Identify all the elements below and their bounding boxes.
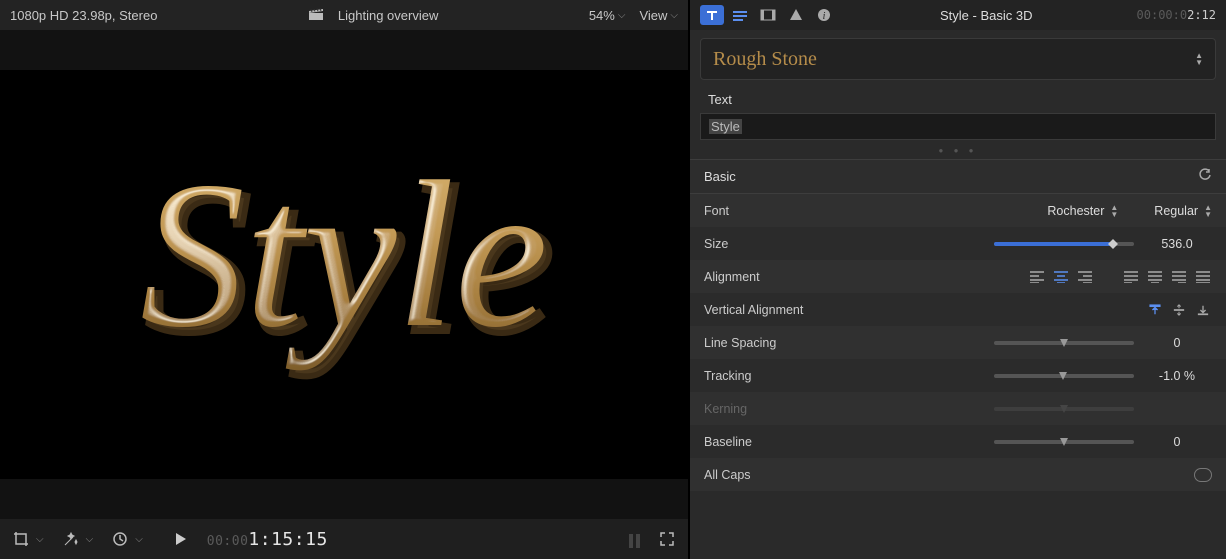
all-caps-label: All Caps	[704, 468, 844, 482]
valign-middle-icon[interactable]	[1170, 303, 1188, 317]
preset-dropdown[interactable]: Rough Stone ▲▼	[700, 38, 1216, 80]
chevron-down-icon: ⌵	[618, 10, 626, 21]
chevron-down-icon: ⌵	[86, 534, 94, 545]
tab-generator[interactable]	[784, 5, 808, 25]
format-label: 1080p HD 23.98p, Stereo	[10, 8, 157, 23]
basic-section-header: Basic	[690, 159, 1226, 194]
preset-name: Rough Stone	[713, 48, 1195, 71]
tab-info[interactable]: i	[812, 5, 836, 25]
inspector-tabbar: i Style - Basic 3D 00:00:02:12	[690, 0, 1226, 30]
font-weight-dropdown[interactable]: Regular ▲▼	[1154, 204, 1212, 218]
size-value[interactable]: 536.0	[1142, 237, 1212, 251]
prop-baseline: Baseline 0	[690, 425, 1226, 458]
valign-top-icon[interactable]	[1146, 303, 1164, 317]
font-label: Font	[704, 204, 844, 218]
clip-name: Lighting overview	[338, 8, 438, 23]
basic-properties: Font Rochester ▲▼ Regular ▲▼ Size	[690, 194, 1226, 491]
tracking-value[interactable]: -1.0 %	[1142, 369, 1212, 383]
prop-kerning: Kerning	[690, 392, 1226, 425]
tracking-label: Tracking	[704, 369, 844, 383]
inspector-panel: i Style - Basic 3D 00:00:02:12 Rough Sto…	[690, 0, 1226, 559]
zoom-dropdown[interactable]: 54% ⌵	[589, 8, 626, 23]
prop-alignment: Alignment	[690, 260, 1226, 293]
text-value: Style	[709, 119, 742, 134]
line-spacing-value[interactable]: 0	[1142, 336, 1212, 350]
text-section-label: Text	[690, 88, 1226, 113]
valign-label: Vertical Alignment	[704, 303, 844, 317]
fullscreen-icon[interactable]	[658, 530, 676, 548]
prop-size: Size 536.0	[690, 227, 1226, 260]
viewer-panel: 1080p HD 23.98p, Stereo Lighting overvie…	[0, 0, 690, 559]
viewer-timecode: 00:001:15:15	[207, 529, 328, 550]
viewer-topbar: 1080p HD 23.98p, Stereo Lighting overvie…	[0, 0, 688, 30]
font-family-dropdown[interactable]: Rochester ▲▼	[1047, 204, 1118, 218]
viewer-bottombar: ⌵ ⌵ ⌵ 00:001:15:15	[0, 519, 688, 559]
crop-tool-icon[interactable]	[12, 530, 30, 548]
line-spacing-label: Line Spacing	[704, 336, 844, 350]
clapper-icon	[308, 7, 324, 24]
line-spacing-slider[interactable]	[994, 341, 1134, 345]
inspector-title: Style - Basic 3D	[840, 8, 1133, 23]
prop-vertical-alignment: Vertical Alignment	[690, 293, 1226, 326]
resize-handle-icon[interactable]: ● ● ●	[690, 146, 1226, 159]
timecode-main: 1:15:15	[248, 529, 327, 550]
tab-video[interactable]	[756, 5, 780, 25]
tab-title[interactable]	[728, 5, 752, 25]
all-caps-checkbox[interactable]	[1194, 468, 1212, 482]
play-button[interactable]	[171, 530, 189, 548]
svg-text:i: i	[823, 11, 826, 22]
align-justify-right-icon[interactable]	[1170, 270, 1188, 284]
kerning-label: Kerning	[704, 402, 844, 416]
prop-font: Font Rochester ▲▼ Regular ▲▼	[690, 194, 1226, 227]
tracking-slider[interactable]	[994, 374, 1134, 378]
size-slider[interactable]	[994, 242, 1134, 246]
chevron-down-icon: ⌵	[135, 534, 143, 545]
audio-meter	[629, 530, 640, 548]
retime-tool-icon[interactable]	[111, 530, 129, 548]
baseline-label: Baseline	[704, 435, 844, 449]
enhance-tool-icon[interactable]	[62, 530, 80, 548]
canvas-3d-text: Style Style	[64, 125, 624, 425]
alignment-label: Alignment	[704, 270, 844, 284]
clip-name-dropdown[interactable]: Lighting overview	[338, 8, 438, 23]
zoom-value: 54%	[589, 8, 615, 23]
tab-text[interactable]	[700, 5, 724, 25]
stepper-icon: ▲▼	[1110, 204, 1118, 218]
inspector-timecode: 00:00:02:12	[1137, 8, 1216, 22]
chevron-down-icon: ⌵	[36, 534, 44, 545]
chevron-down-icon: ⌵	[670, 10, 678, 21]
align-justify-full-icon[interactable]	[1194, 270, 1212, 284]
align-justify-left-icon[interactable]	[1122, 270, 1140, 284]
stepper-icon: ▲▼	[1204, 204, 1212, 218]
text-input[interactable]: Style	[700, 113, 1216, 140]
view-dropdown[interactable]: View ⌵	[639, 8, 678, 23]
baseline-value[interactable]: 0	[1142, 435, 1212, 449]
kerning-slider	[994, 407, 1134, 411]
viewer-canvas[interactable]: Style Style	[0, 70, 688, 479]
timecode-hours: 00:0	[207, 534, 240, 549]
align-left-icon[interactable]	[1028, 270, 1046, 284]
reset-icon[interactable]	[1198, 168, 1212, 185]
prop-line-spacing: Line Spacing 0	[690, 326, 1226, 359]
align-center-icon[interactable]	[1052, 270, 1070, 284]
view-label: View	[639, 8, 667, 23]
canvas-text: Style	[140, 139, 548, 371]
stepper-icon: ▲▼	[1195, 52, 1203, 66]
size-label: Size	[704, 237, 844, 251]
align-right-icon[interactable]	[1076, 270, 1094, 284]
prop-all-caps: All Caps	[690, 458, 1226, 491]
baseline-slider[interactable]	[994, 440, 1134, 444]
align-justify-center-icon[interactable]	[1146, 270, 1164, 284]
prop-tracking: Tracking -1.0 %	[690, 359, 1226, 392]
valign-bottom-icon[interactable]	[1194, 303, 1212, 317]
section-title: Basic	[704, 169, 1198, 184]
